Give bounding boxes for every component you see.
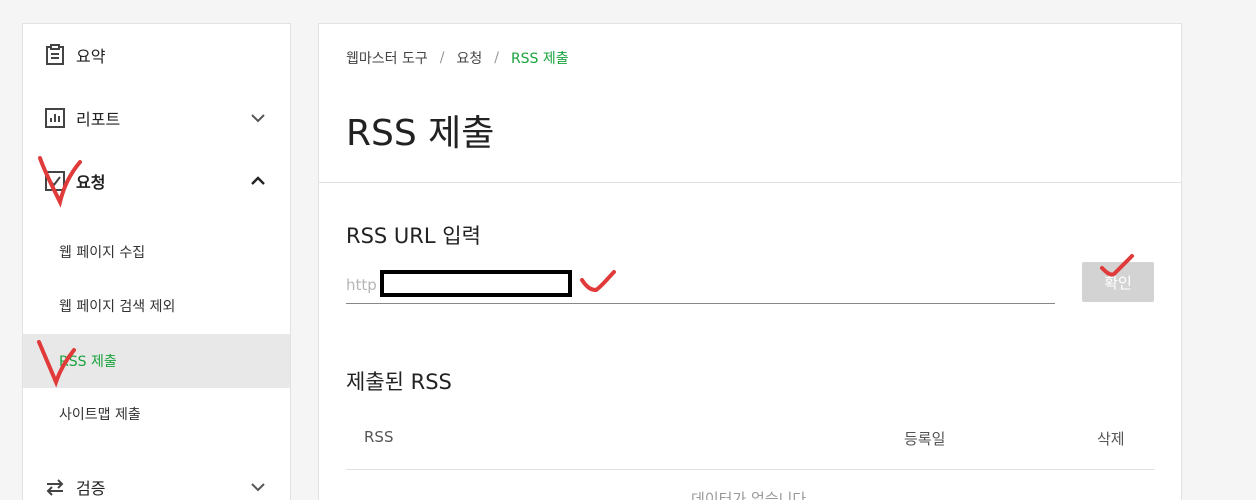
- sidebar-subitem-rss[interactable]: RSS 제출: [23, 334, 290, 388]
- sidebar-item-label: 검증: [76, 479, 106, 498]
- redaction-box: [380, 270, 572, 297]
- breadcrumb-separator: /: [439, 50, 445, 66]
- checkbox-icon: [43, 169, 67, 193]
- table-header: RSS 등록일 삭제: [346, 420, 1155, 470]
- sidebar-item-report[interactable]: 리포트: [23, 98, 290, 138]
- swap-arrows-icon: [43, 475, 67, 499]
- bar-chart-icon: [43, 106, 67, 130]
- sidebar-item-label: 요청: [76, 173, 106, 192]
- sidebar-item-label: 요약: [76, 47, 106, 66]
- column-header-rss: RSS: [364, 428, 394, 446]
- chevron-down-icon: [251, 114, 265, 123]
- sidebar-item-summary[interactable]: 요약: [23, 35, 290, 75]
- sidebar-subitem-crawl[interactable]: 웹 페이지 수집: [23, 232, 290, 272]
- sidebar-item-request[interactable]: 요청: [23, 161, 290, 201]
- sidebar-subitem-exclude[interactable]: 웹 페이지 검색 제외: [23, 286, 290, 326]
- sidebar: 요약 리포트 요청 웹 페이지 수집 웹 페이지 검색 제외 RSS 제출 사이…: [22, 23, 291, 500]
- column-header-delete: 삭제: [1097, 430, 1125, 448]
- sidebar-item-verify[interactable]: 검증: [23, 467, 290, 500]
- breadcrumb-item[interactable]: 웹마스터 도구: [346, 48, 428, 68]
- column-header-date: 등록일: [904, 430, 946, 448]
- page-title: RSS 제출: [346, 113, 495, 154]
- clipboard-icon: [43, 43, 67, 67]
- breadcrumb-item[interactable]: 요청: [456, 48, 482, 68]
- rss-input-title: RSS URL 입력: [346, 224, 481, 248]
- divider: [319, 182, 1181, 183]
- sidebar-item-label: 리포트: [76, 110, 121, 129]
- empty-message: 데이터가 없습니다.: [691, 490, 811, 500]
- chevron-up-icon: [251, 176, 265, 185]
- submitted-rss-title: 제출된 RSS: [346, 370, 452, 394]
- breadcrumb-separator: /: [494, 50, 499, 66]
- chevron-down-icon: [251, 483, 265, 492]
- main-panel: 웹마스터 도구 / 요청 / RSS 제출 RSS 제출 RSS URL 입력 …: [318, 23, 1182, 500]
- breadcrumb: 웹마스터 도구 / 요청 / RSS 제출: [346, 48, 569, 68]
- confirm-button[interactable]: 확인: [1082, 262, 1154, 302]
- breadcrumb-current: RSS 제출: [510, 51, 569, 67]
- sidebar-subitem-sitemap[interactable]: 사이트맵 제출: [23, 394, 290, 434]
